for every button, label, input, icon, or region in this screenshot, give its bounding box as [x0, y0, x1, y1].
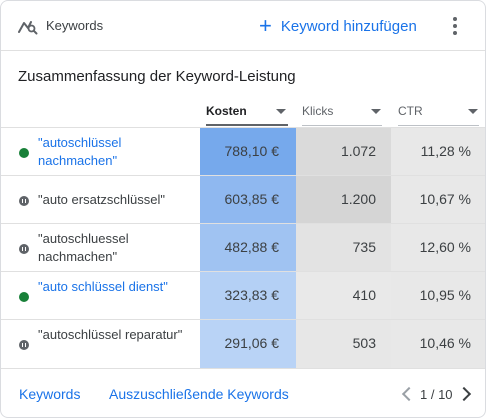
klicks-cell-value: 735 — [352, 239, 376, 255]
more-vert-icon[interactable] — [447, 15, 463, 37]
klicks-cell-value: 410 — [352, 287, 376, 303]
card-footer: Keywords Auszuschließende Keywords 1 / 1… — [1, 368, 485, 417]
ctr-cell: 10,67 % — [391, 176, 485, 224]
ctr-cell-value: 10,67 % — [419, 191, 471, 207]
sort-caret-icon — [276, 109, 286, 114]
keywords-link[interactable]: Keywords — [19, 386, 80, 402]
status-enabled-icon — [19, 292, 29, 302]
chevron-left-icon[interactable] — [401, 386, 417, 402]
table-row[interactable]: "auto schlüssel dienst" 323,83 € 410 10,95 … — [1, 271, 485, 320]
kosten-cell: 788,10 € — [200, 128, 296, 176]
keyword-text: "autoschluessel nachmachen" — [38, 231, 129, 264]
kosten-cell-value: 323,83 € — [224, 287, 280, 303]
ctr-cell-value: 11,28 % — [420, 143, 471, 159]
keyword-cell: "auto schlüssel dienst" — [1, 272, 200, 320]
kosten-cell: 323,83 € — [200, 272, 296, 320]
klicks-cell: 503 — [296, 320, 391, 368]
table-row[interactable]: "autoschluessel nachmachen" 482,88 € 735 12… — [1, 223, 485, 272]
keyword-text: "auto ersatzschlüssel" — [38, 192, 166, 207]
klicks-cell-value: 1.200 — [340, 191, 376, 207]
keywords-card: Keywords + Keyword hinzufügen Zusammenfa… — [0, 0, 486, 418]
klicks-cell: 410 — [296, 272, 391, 320]
kosten-cell: 482,88 € — [200, 224, 296, 272]
table-row[interactable]: "auto ersatzschlüssel" 603,85 € 1.200 10,67… — [1, 175, 485, 224]
status-paused-icon — [19, 196, 29, 206]
klicks-cell: 1.200 — [296, 176, 391, 224]
kosten-cell-value: 788,10 € — [224, 143, 280, 159]
kosten-cell-value: 482,88 € — [224, 239, 280, 255]
column-header-ctr[interactable]: CTR — [398, 101, 479, 126]
keyword-search-icon — [18, 21, 38, 35]
keyword-cell: "auto ersatzschlüssel" — [1, 176, 200, 224]
keyword-cell: "autoschlüssel reparatur" — [1, 320, 200, 368]
pagination: 1 / 10 — [400, 384, 473, 404]
klicks-cell-value: 1.072 — [340, 143, 376, 159]
keyword-cell: "autoschlüssel nachmachen" — [1, 128, 200, 176]
negative-keywords-link[interactable]: Auszuschließende Keywords — [109, 386, 289, 402]
kosten-cell: 603,85 € — [200, 176, 296, 224]
ctr-cell-value: 12,60 % — [419, 239, 471, 255]
card-header: Keywords + Keyword hinzufügen — [1, 1, 485, 51]
kosten-cell-value: 603,85 € — [224, 191, 280, 207]
ctr-cell: 10,46 % — [391, 320, 485, 368]
keyword-text[interactable]: "auto schlüssel dienst" — [38, 278, 196, 296]
ctr-cell: 10,95 % — [391, 272, 485, 320]
klicks-cell-value: 503 — [352, 335, 376, 351]
section-title: Zusammenfassung der Keyword-Leistung — [18, 68, 296, 85]
add-keyword-label: Keyword hinzufügen — [280, 17, 417, 35]
column-header-klicks[interactable]: Klicks — [302, 101, 382, 126]
ctr-cell: 12,60 % — [391, 224, 485, 272]
dropdown-caret-icon — [468, 109, 478, 114]
keyword-text[interactable]: "autoschlüssel nachmachen" — [38, 134, 196, 170]
table-row[interactable]: "autoschlüssel reparatur" 291,06 € 503 10,4… — [1, 319, 485, 368]
ctr-cell: 11,28 % — [391, 128, 485, 176]
table-row[interactable]: "autoschlüssel nachmachen" 788,10 € 1.072 1… — [1, 127, 485, 176]
ctr-cell-value: 10,95 % — [419, 287, 471, 303]
status-enabled-icon — [19, 148, 29, 158]
kosten-cell: 291,06 € — [200, 320, 296, 368]
pagination-text: 1 / 10 — [420, 386, 453, 402]
keyword-cell: "autoschluessel nachmachen" — [1, 224, 200, 272]
add-keyword-button[interactable]: + Keyword hinzufügen — [259, 15, 417, 37]
column-header-kosten[interactable]: Kosten — [206, 101, 288, 126]
klicks-cell: 735 — [296, 224, 391, 272]
klicks-cell: 1.072 — [296, 128, 391, 176]
dropdown-caret-icon — [371, 109, 381, 114]
status-paused-icon — [19, 244, 29, 254]
ctr-cell-value: 10,46 % — [419, 335, 471, 351]
chevron-right-icon[interactable] — [456, 386, 471, 402]
keyword-text: "autoschlüssel reparatur" — [38, 327, 183, 342]
kosten-cell-value: 291,06 € — [224, 335, 280, 351]
plus-icon: + — [259, 13, 272, 38]
status-paused-icon — [19, 340, 29, 350]
card-title: Keywords — [46, 18, 104, 33]
